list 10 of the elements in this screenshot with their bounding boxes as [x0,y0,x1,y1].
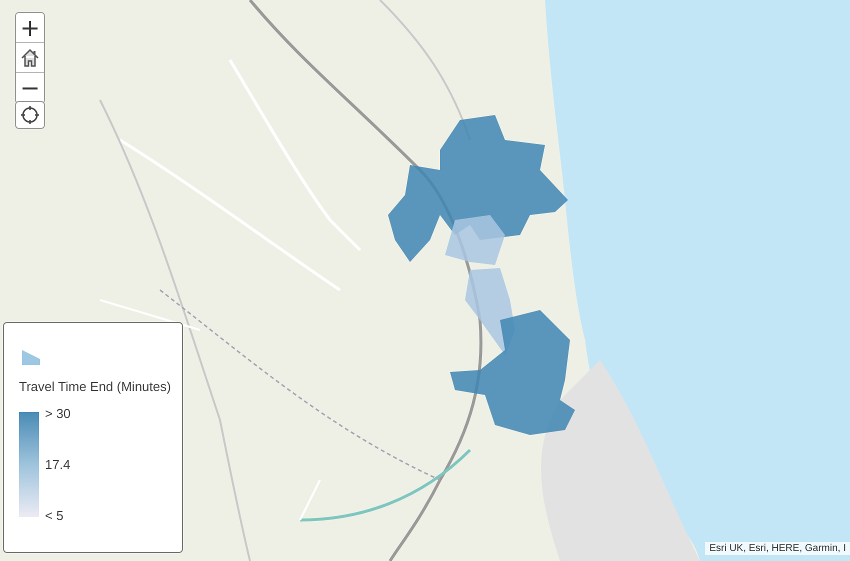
ramp-label: 17.4 [45,457,71,472]
locate-button[interactable] [15,101,45,129]
zoom-button[interactable]: + [16,13,44,43]
polygon-symbol-icon [22,350,40,365]
legend-title: Travel Time End (Minutes) [19,379,172,394]
ramp-label: < 5 [45,508,64,523]
crosshair-icon [20,105,40,125]
ramp-label: > 30 [45,406,71,421]
attribution-text: Esri UK, Esri, HERE, Garmin, I [705,542,850,555]
house-icon [19,46,41,68]
